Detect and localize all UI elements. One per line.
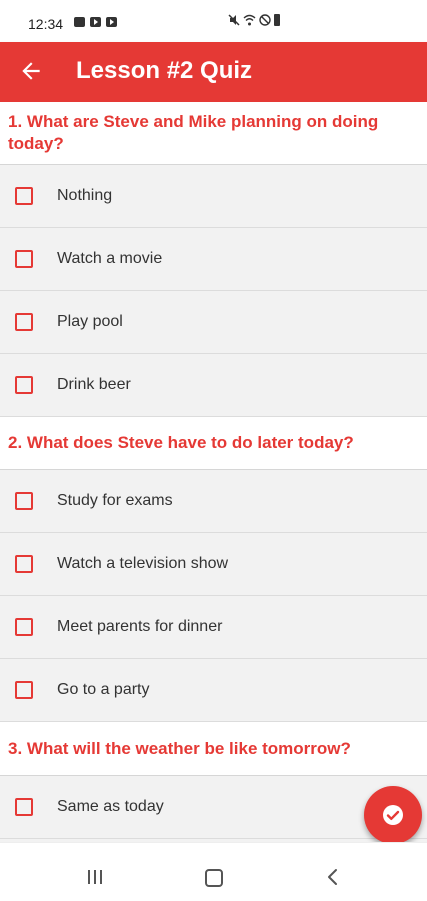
- submit-fab-button[interactable]: [364, 786, 422, 844]
- back-icon[interactable]: [326, 868, 340, 886]
- recents-icon[interactable]: [88, 870, 102, 884]
- option-label: Go to a party: [57, 681, 150, 698]
- question-3: 3. What will the weather be like tomorro…: [0, 722, 427, 776]
- option-label: Watch a movie: [57, 250, 163, 267]
- home-icon[interactable]: [205, 869, 223, 887]
- app-bar: Lesson #2 Quiz: [0, 42, 427, 102]
- option-label: Nothing: [57, 187, 113, 204]
- checkbox[interactable]: [15, 376, 33, 394]
- youtube-icon: [90, 17, 101, 27]
- mute-icon: [228, 14, 240, 26]
- system-nav-bar: [0, 842, 427, 901]
- status-left-icons: [74, 17, 117, 27]
- checkbox[interactable]: [15, 618, 33, 636]
- option-item[interactable]: Play pool: [0, 291, 427, 354]
- option-label: Drink beer: [57, 376, 131, 393]
- checkbox[interactable]: [15, 250, 33, 268]
- question-text: 2. What does Steve have to do later toda…: [8, 433, 354, 452]
- youtube-icon: [106, 17, 117, 27]
- question-text: 3. What will the weather be like tomorro…: [8, 738, 351, 758]
- status-time: 12:34: [28, 16, 64, 32]
- quiz-list[interactable]: 1. What are Steve and Mike planning on d…: [0, 102, 427, 842]
- option-item[interactable]: Go to a party: [0, 659, 427, 722]
- option-label: Play pool: [57, 313, 123, 330]
- question-2: 2. What does Steve have to do later toda…: [0, 417, 427, 470]
- option-item[interactable]: Watch a television show: [0, 533, 427, 596]
- no-signal-icon: [259, 14, 271, 26]
- checkbox[interactable]: [15, 555, 33, 573]
- option-item[interactable]: Drink beer: [0, 354, 427, 417]
- option-item[interactable]: Watch a movie: [0, 228, 427, 291]
- checkbox[interactable]: [15, 798, 33, 816]
- option-item[interactable]: Study for exams: [0, 470, 427, 533]
- option-item[interactable]: Meet parents for dinner: [0, 596, 427, 659]
- option-label: Study for exams: [57, 492, 173, 509]
- checkbox[interactable]: [15, 187, 33, 205]
- checkbox[interactable]: [15, 492, 33, 510]
- page-title: Lesson #2 Quiz: [76, 57, 253, 84]
- question-text: 1. What are Steve and Mike planning on d…: [8, 112, 379, 153]
- checkbox[interactable]: [15, 313, 33, 331]
- check-circle-icon: [383, 805, 403, 825]
- battery-icon: [274, 14, 280, 26]
- gallery-icon: [74, 17, 85, 27]
- option-label: Meet parents for dinner: [57, 618, 223, 635]
- status-bar: 12:34: [0, 0, 427, 42]
- option-label: Same as today: [57, 798, 164, 815]
- option-item[interactable]: Same as today: [0, 776, 427, 839]
- checkbox[interactable]: [15, 681, 33, 699]
- arrow-back-icon[interactable]: [18, 58, 44, 84]
- option-item[interactable]: Nothing: [0, 165, 427, 228]
- question-1: 1. What are Steve and Mike planning on d…: [0, 102, 427, 165]
- wifi-icon: [243, 14, 256, 26]
- option-label: Watch a television show: [57, 555, 229, 572]
- status-right-icons: [228, 14, 280, 26]
